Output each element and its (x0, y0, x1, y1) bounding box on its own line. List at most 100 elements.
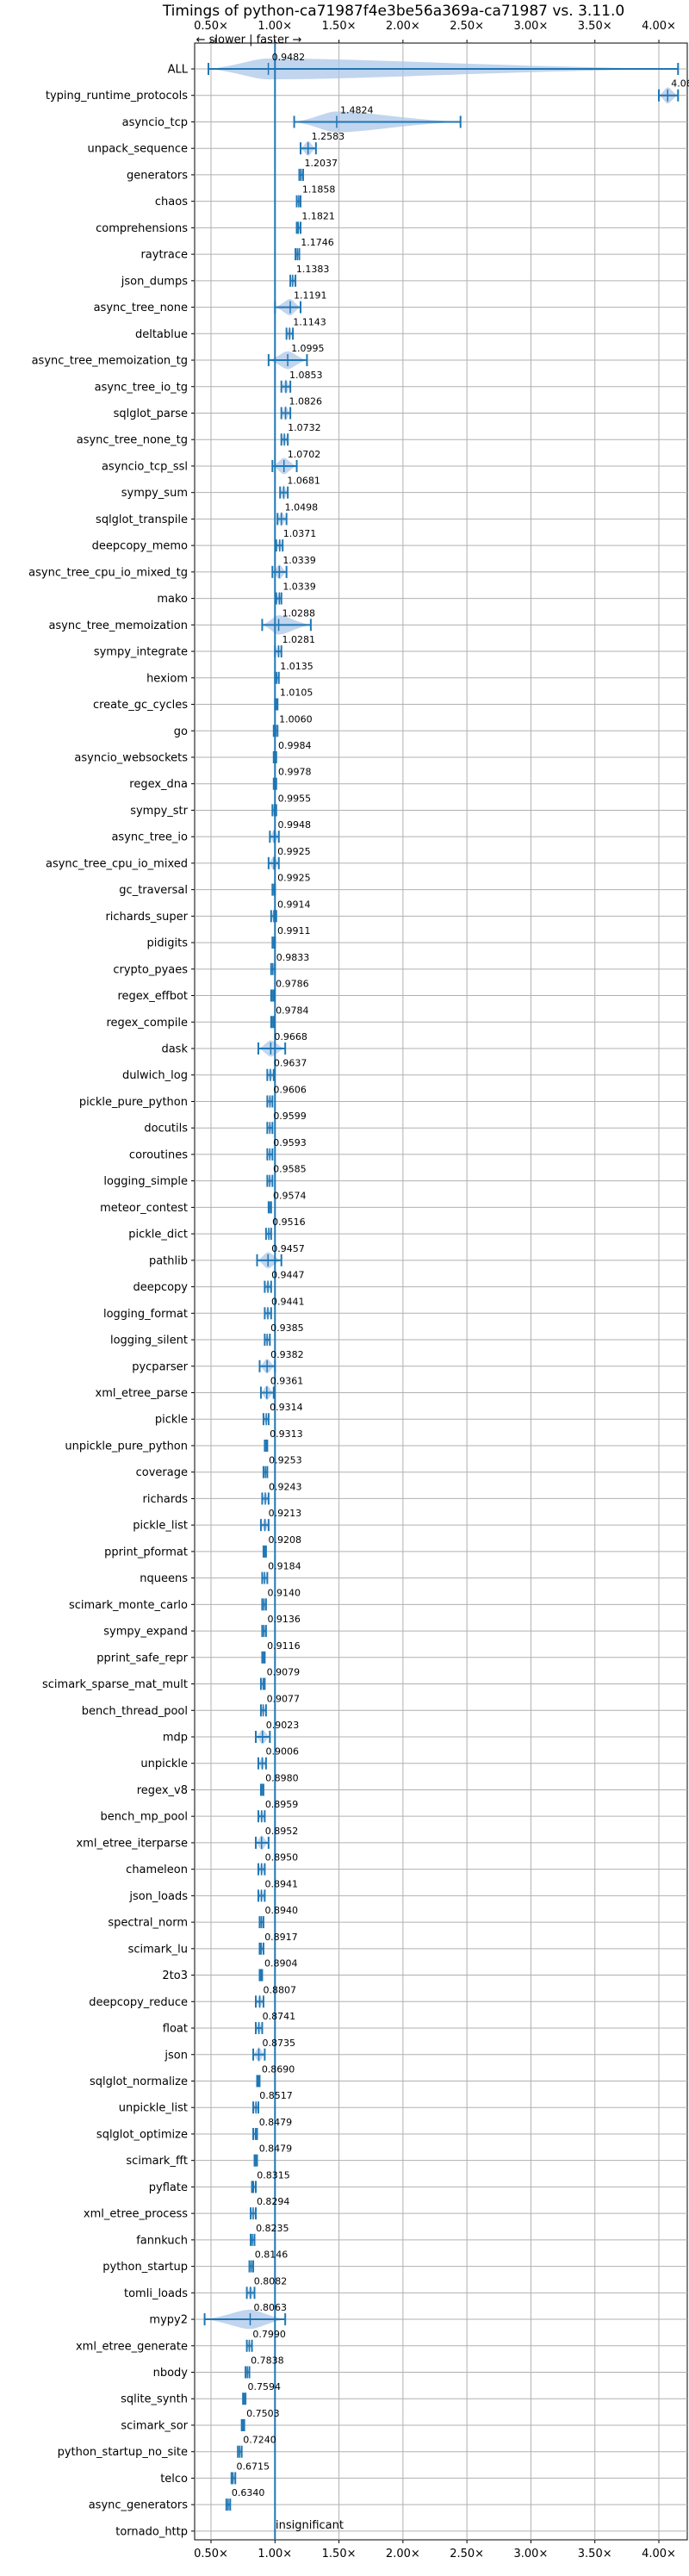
category-label: hexiom (146, 672, 188, 685)
value-label: 1.0371 (283, 528, 317, 539)
category-label: mdp (163, 1731, 188, 1744)
category-label: deepcopy_memo (92, 540, 188, 553)
category-label: async_generators (89, 2499, 189, 2512)
value-label: 0.8063 (254, 2302, 288, 2313)
value-labels: 0.9482 4.0688 1.4824 1.2583 1.2037 1.1858 1.18… (232, 52, 689, 2498)
bottom-tick-label: 3.50× (578, 2548, 612, 2560)
value-label: 0.9441 (271, 1296, 305, 1307)
category-label: async_tree_io_tg (95, 381, 188, 394)
value-label: 0.9313 (270, 1428, 303, 1440)
category-label: tornado_http (115, 2525, 188, 2538)
value-label: 1.0826 (289, 395, 323, 407)
category-label: chameleon (126, 1864, 188, 1876)
value-label: 0.8479 (259, 2117, 293, 2128)
category-label: xml_etree_parse (96, 1387, 188, 1400)
chart-title: Timings of python-ca71987f4e3be56a369a-c… (162, 3, 624, 20)
value-label: 1.0732 (288, 422, 321, 433)
value-label: 0.6340 (232, 2487, 265, 2498)
value-label: 0.9213 (269, 1508, 302, 1519)
category-label: asyncio_websockets (74, 751, 188, 764)
category-label: json (164, 2049, 188, 2062)
value-label: 0.7503 (246, 2408, 280, 2419)
value-label: 0.8941 (265, 1878, 299, 1889)
value-label: 0.9914 (277, 899, 311, 910)
category-label: pidigits (147, 937, 189, 950)
category-label: regex_compile (106, 1017, 188, 1030)
category-label: async_tree_io (111, 831, 188, 844)
value-label: 1.0060 (279, 713, 313, 725)
value-label: 0.8741 (263, 2011, 296, 2022)
bottom-tick-label: 3.00× (514, 2548, 549, 2560)
value-label: 0.9948 (278, 819, 312, 831)
category-label: json_dumps (121, 275, 188, 288)
category-label: pickle_list (133, 1520, 188, 1533)
value-label: 0.9243 (269, 1481, 302, 1492)
category-label: asyncio_tcp_ssl (102, 460, 188, 473)
value-label: 0.9911 (277, 925, 311, 936)
category-label: logging_format (103, 1308, 188, 1321)
value-label: 4.0688 (671, 78, 689, 90)
value-label: 0.8807 (264, 1984, 297, 1995)
category-label: xml_etree_generate (76, 2340, 188, 2353)
value-label: 0.7838 (251, 2355, 284, 2367)
category-label: deepcopy_reduce (89, 1996, 188, 2009)
insignificant-annotation: insignificant (276, 2519, 344, 2532)
value-label: 0.9784 (276, 1005, 309, 1016)
value-label: 1.0288 (282, 607, 316, 619)
chart: Timings of python-ca71987f4e3be56a369a-c… (28, 3, 689, 2560)
category-label: pathlib (149, 1254, 188, 1267)
value-label: 0.8315 (257, 2169, 290, 2181)
value-label: 1.4824 (340, 104, 374, 115)
value-label: 0.9136 (267, 1614, 301, 1625)
category-label: telco (160, 2473, 188, 2486)
value-label: 0.8980 (265, 1772, 299, 1783)
category-label: dask (161, 1043, 188, 1056)
top-tick-labels: 0.50× 1.00× 1.50× 2.00× 2.50× 3.00× 3.50× 4.00× (194, 20, 676, 33)
value-label: 0.9184 (268, 1561, 301, 1572)
value-label: 0.9140 (268, 1587, 301, 1598)
value-label: 0.8940 (265, 1905, 299, 1916)
bottom-tick-label: 2.00× (386, 2548, 420, 2560)
value-label: 0.8146 (255, 2249, 289, 2261)
value-label: 0.8294 (257, 2196, 290, 2207)
category-label: coverage (136, 1466, 188, 1479)
value-label: 0.9637 (274, 1058, 307, 1069)
value-label: 1.0498 (285, 501, 319, 513)
value-label: 0.9606 (273, 1084, 307, 1095)
category-label: fannkuch (136, 2234, 188, 2247)
value-label: 1.0853 (289, 370, 323, 381)
bottom-tick-label: 2.50× (450, 2548, 484, 2560)
value-label: 0.9516 (272, 1216, 306, 1228)
category-label: comprehensions (96, 222, 188, 235)
category-label: bench_thread_pool (82, 1705, 188, 1718)
value-label: 0.9079 (267, 1667, 301, 1678)
value-label: 0.9833 (276, 952, 310, 963)
value-label: 0.7240 (243, 2435, 276, 2446)
value-label: 0.9585 (273, 1164, 307, 1175)
category-label: chaos (155, 196, 188, 208)
category-label: unpickle_list (119, 2102, 188, 2115)
value-label: 0.9786 (276, 979, 309, 990)
category-label: go (174, 725, 188, 738)
category-label: asyncio_tcp (122, 116, 188, 129)
category-label: sqlglot_optimize (96, 2128, 188, 2141)
category-labels: ALL typing_runtime_protocols asyncio_tcpun… (28, 64, 189, 2539)
value-label: 0.9955 (278, 793, 312, 804)
category-label: regex_effbot (117, 990, 188, 1003)
value-label: 0.9385 (270, 1322, 304, 1334)
category-label: nbody (153, 2367, 189, 2380)
value-label: 0.6715 (236, 2461, 270, 2472)
category-label: crypto_pyaes (113, 963, 188, 976)
category-label: pickle (155, 1414, 188, 1427)
value-label: 0.8517 (259, 2090, 293, 2101)
category-label: scimark_monte_carlo (69, 1599, 188, 1612)
category-label: deltablue (135, 328, 188, 341)
category-label: pprint_pformat (104, 1546, 188, 1559)
bottom-tick-label: 0.50× (194, 2548, 228, 2560)
value-label: 0.8479 (259, 2144, 293, 2155)
value-label: 0.9593 (273, 1137, 307, 1148)
category-label: meteor_contest (100, 1202, 188, 1215)
category-label: sympy_integrate (94, 646, 188, 659)
value-label: 0.9925 (277, 873, 311, 884)
category-label: richards (143, 1493, 189, 1506)
